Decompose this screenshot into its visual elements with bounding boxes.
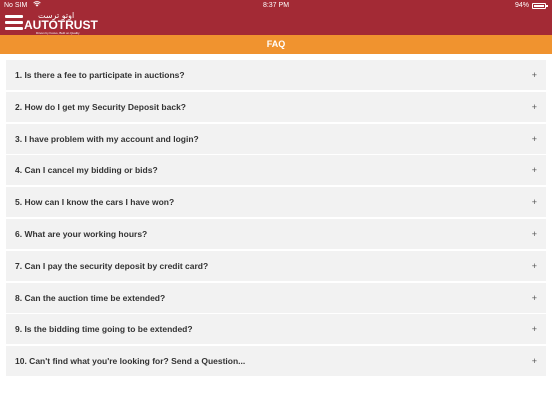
faq-list: 1. Is there a fee to participate in auct… <box>6 60 546 378</box>
status-bar: No SIM 8:37 PM 94% <box>0 0 552 11</box>
hamburger-menu-icon[interactable] <box>5 15 23 30</box>
battery-percent: 94% <box>514 2 529 9</box>
faq-question: 6. What are your working hours? <box>15 228 148 239</box>
faq-item-6[interactable]: 6. What are your working hours? + <box>6 218 546 249</box>
plus-icon[interactable]: + <box>532 187 537 217</box>
faq-item-5[interactable]: 5. How can I know the cars I have won? + <box>6 187 546 218</box>
faq-item-2[interactable]: 2. How do I get my Security Deposit back… <box>6 91 546 122</box>
menu-bar-3 <box>5 27 23 30</box>
plus-icon[interactable]: + <box>532 314 537 344</box>
faq-item-10[interactable]: 10. Can't find what you're looking for? … <box>6 346 546 377</box>
faq-item-8[interactable]: 8. Can the auction time be extended? + <box>6 282 546 313</box>
plus-icon[interactable]: + <box>532 60 537 90</box>
faq-item-3[interactable]: 3. I have problem with my account and lo… <box>6 123 546 154</box>
menu-bar-1 <box>5 15 23 18</box>
app-header: No SIM 8:37 PM 94% اوتو ترست AUTOTRUST D… <box>0 0 552 35</box>
faq-question: 1. Is there a fee to participate in auct… <box>15 70 185 80</box>
autotrust-logo: اوتو ترست AUTOTRUST Driven by Focus, Bui… <box>24 11 98 35</box>
logo-main-text: AUTOTRUST <box>24 18 98 32</box>
faq-question: 7. Can I pay the security deposit by cre… <box>15 260 209 271</box>
plus-icon[interactable]: + <box>532 155 537 185</box>
status-time: 8:37 PM <box>262 2 290 9</box>
faq-question: 8. Can the auction time be extended? <box>15 292 166 303</box>
plus-icon[interactable]: + <box>532 346 537 376</box>
faq-question: 5. How can I know the cars I have won? <box>15 197 175 208</box>
faq-question: 3. I have problem with my account and lo… <box>15 133 199 144</box>
faq-item-9[interactable]: 9. Is the bidding time going to be exten… <box>6 314 546 345</box>
plus-icon[interactable]: + <box>532 251 537 281</box>
faq-item-7[interactable]: 7. Can I pay the security deposit by cre… <box>6 250 546 281</box>
faq-question: 2. How do I get my Security Deposit back… <box>15 101 186 112</box>
faq-question: 10. Can't find what you're looking for? … <box>15 356 246 367</box>
plus-icon[interactable]: + <box>532 283 537 313</box>
faq-item-4[interactable]: 4. Can I cancel my bidding or bids? + <box>6 155 546 186</box>
status-battery-group: 94% <box>514 0 548 11</box>
plus-icon[interactable]: + <box>532 219 537 249</box>
page-title: FAQ <box>0 35 552 54</box>
battery-icon <box>532 2 548 9</box>
plus-icon[interactable]: + <box>532 92 537 122</box>
faq-question: 9. Is the bidding time going to be exten… <box>15 324 193 335</box>
faq-item-1[interactable]: 1. Is there a fee to participate in auct… <box>6 60 546 90</box>
faq-question: 4. Can I cancel my bidding or bids? <box>15 165 158 176</box>
plus-icon[interactable]: + <box>532 124 537 154</box>
menu-bar-2 <box>5 21 23 24</box>
